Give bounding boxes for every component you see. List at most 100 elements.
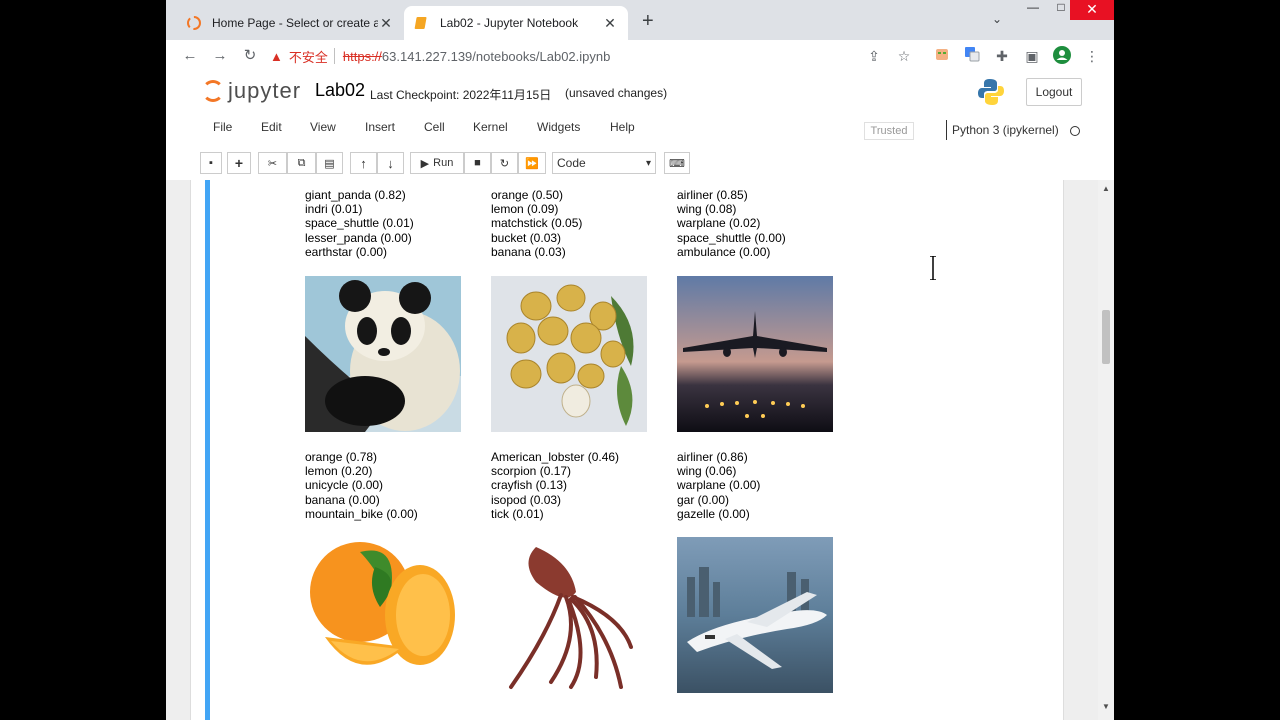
restart-run-all-icon[interactable]: ⏩ — [518, 152, 546, 174]
prediction-line: warplane (0.00) — [677, 478, 761, 493]
bookmark-star-icon[interactable]: ☆ — [894, 46, 914, 66]
scroll-up-icon[interactable]: ▲ — [1102, 184, 1110, 193]
jupyter-favicon-icon — [187, 16, 201, 30]
scrollbar-thumb[interactable] — [1102, 310, 1110, 364]
browser-window: Home Page - Select or create a ✕ Lab02 -… — [166, 0, 1114, 720]
checkpoint-status: Last Checkpoint: 2022年11月15日 — [370, 88, 552, 102]
prediction-list: orange (0.50) lemon (0.09) matchstick (0… — [491, 188, 582, 259]
share-icon[interactable]: ⇪ — [864, 46, 884, 66]
prediction-line: tick (0.01) — [491, 506, 544, 521]
orange-image — [305, 537, 461, 693]
close-tab-icon[interactable]: ✕ — [378, 15, 394, 32]
profile-avatar-icon[interactable] — [1052, 46, 1072, 66]
translate-icon[interactable] — [962, 46, 982, 66]
restart-icon[interactable]: ↻ — [491, 152, 518, 174]
prediction-line: lesser_panda (0.00) — [305, 230, 412, 245]
divider — [333, 48, 335, 64]
airliner-landing-image — [677, 276, 833, 432]
chevron-down-icon: ▾ — [645, 157, 651, 169]
insert-cell-icon[interactable]: + — [227, 152, 251, 174]
prediction-line: matchstick (0.05) — [491, 216, 583, 231]
prediction-line: American_lobster (0.46) — [491, 450, 620, 464]
side-panel-icon[interactable]: ▣ — [1022, 46, 1042, 66]
unsaved-status: (unsaved changes) — [565, 86, 668, 100]
prediction-line: orange (0.78) — [305, 450, 378, 464]
scroll-down-icon[interactable]: ▼ — [1102, 702, 1110, 711]
prediction-line: wing (0.06) — [677, 464, 737, 479]
tab-title: Lab02 - Jupyter Notebook — [440, 16, 579, 30]
menu-insert[interactable]: Insert — [365, 120, 395, 134]
selected-cell-indicator — [205, 180, 210, 720]
extension-avatar-icon[interactable] — [932, 46, 952, 66]
save-icon[interactable]: ▪ — [200, 152, 222, 174]
tab-home-page[interactable]: Home Page - Select or create a ✕ — [176, 6, 404, 40]
notebook-area: giant_panda (0.82) indri (0.01) space_sh… — [166, 180, 1114, 720]
vertical-scrollbar[interactable]: ▲ ▼ — [1098, 180, 1114, 720]
menu-widgets[interactable]: Widgets — [537, 120, 580, 134]
prediction-line: wing (0.08) — [677, 202, 737, 217]
squid-image — [491, 537, 647, 693]
play-icon: ▶ — [420, 157, 430, 170]
prediction-list: orange (0.78) lemon (0.20) unicycle (0.0… — [305, 450, 418, 521]
prediction-line: indri (0.01) — [305, 202, 363, 217]
browser-toolbar: ← → ↻ ▲ 不安全 https:// 63.141.227.139/note… — [166, 40, 1114, 72]
prediction-line: space_shuttle (0.01) — [305, 216, 414, 231]
new-tab-icon[interactable]: + — [642, 10, 654, 33]
move-down-icon[interactable]: ↓ — [377, 152, 404, 174]
menu-file[interactable]: File — [213, 120, 232, 134]
menu-cell[interactable]: Cell — [424, 120, 445, 134]
prediction-line: ambulance (0.00) — [677, 244, 771, 259]
jupyter-logo[interactable]: jupyter — [202, 78, 301, 104]
prediction-list: airliner (0.86) wing (0.06) warplane (0.… — [677, 450, 760, 521]
lemons-image — [491, 276, 647, 432]
not-secure-label: 不安全 — [288, 49, 328, 65]
minimize-icon[interactable]: — — [1018, 0, 1048, 20]
run-button[interactable]: ▶ Run — [410, 152, 464, 174]
prediction-line: gazelle (0.00) — [677, 506, 750, 521]
tab-lab02[interactable]: Lab02 - Jupyter Notebook ✕ — [404, 6, 628, 40]
address-bar[interactable]: ▲ 不安全 https:// 63.141.227.139/notebooks/… — [270, 44, 930, 68]
cell-type-select[interactable]: Code ▾ — [552, 152, 656, 174]
cut-icon[interactable]: ✂ — [258, 152, 287, 174]
keyboard-icon[interactable]: ⌨ — [664, 152, 690, 174]
text-cursor-icon — [930, 256, 936, 280]
tab-strip: Home Page - Select or create a ✕ Lab02 -… — [166, 0, 1114, 40]
menu-view[interactable]: View — [310, 120, 336, 134]
paste-icon[interactable]: ▤ — [316, 152, 343, 174]
back-icon[interactable]: ← — [180, 46, 200, 66]
jet-over-city-image — [677, 537, 833, 693]
move-up-icon[interactable]: ↑ — [350, 152, 377, 174]
menu-edit[interactable]: Edit — [261, 120, 282, 134]
prediction-line: bucket (0.03) — [491, 230, 562, 245]
warning-icon: ▲ — [270, 48, 283, 64]
screen: Home Page - Select or create a ✕ Lab02 -… — [0, 0, 1280, 720]
prediction-line: earthstar (0.00) — [305, 244, 388, 259]
notebook-name[interactable]: Lab02 — [315, 80, 365, 101]
kernel-name[interactable]: Python 3 (ipykernel) — [946, 120, 1059, 140]
menu-kernel[interactable]: Kernel — [473, 120, 508, 134]
url-scheme: https:// — [342, 48, 382, 64]
forward-icon[interactable]: → — [210, 46, 230, 66]
logout-button[interactable]: Logout — [1026, 78, 1082, 106]
interrupt-icon[interactable]: ■ — [464, 152, 491, 174]
prediction-line: airliner (0.85) — [677, 188, 748, 202]
close-tab-icon[interactable]: ✕ — [602, 15, 618, 32]
prediction-line: isopod (0.03) — [491, 492, 562, 507]
tab-title: Home Page - Select or create a — [212, 16, 378, 30]
prediction-list: airliner (0.85) wing (0.08) warplane (0.… — [677, 188, 786, 259]
prediction-line: warplane (0.02) — [677, 216, 761, 231]
prediction-line: banana (0.00) — [305, 492, 380, 507]
prediction-line: mountain_bike (0.00) — [305, 506, 418, 521]
prediction-line: crayfish (0.13) — [491, 478, 568, 493]
window-close-icon[interactable]: ✕ — [1070, 0, 1114, 20]
copy-icon[interactable]: ⧉ — [287, 152, 316, 174]
prediction-line: giant_panda (0.82) — [305, 188, 406, 202]
prediction-line: orange (0.50) — [491, 188, 564, 202]
tab-search-chevron-icon[interactable]: ⌄ — [992, 12, 1002, 26]
kebab-menu-icon[interactable]: ⋮ — [1082, 46, 1102, 66]
trusted-indicator[interactable]: Trusted — [864, 122, 914, 140]
extensions-puzzle-icon[interactable]: ✚ — [992, 46, 1012, 66]
url-path: 63.141.227.139/notebooks/Lab02.ipynb — [381, 48, 611, 64]
menu-help[interactable]: Help — [610, 120, 635, 134]
reload-icon[interactable]: ↻ — [240, 46, 260, 66]
